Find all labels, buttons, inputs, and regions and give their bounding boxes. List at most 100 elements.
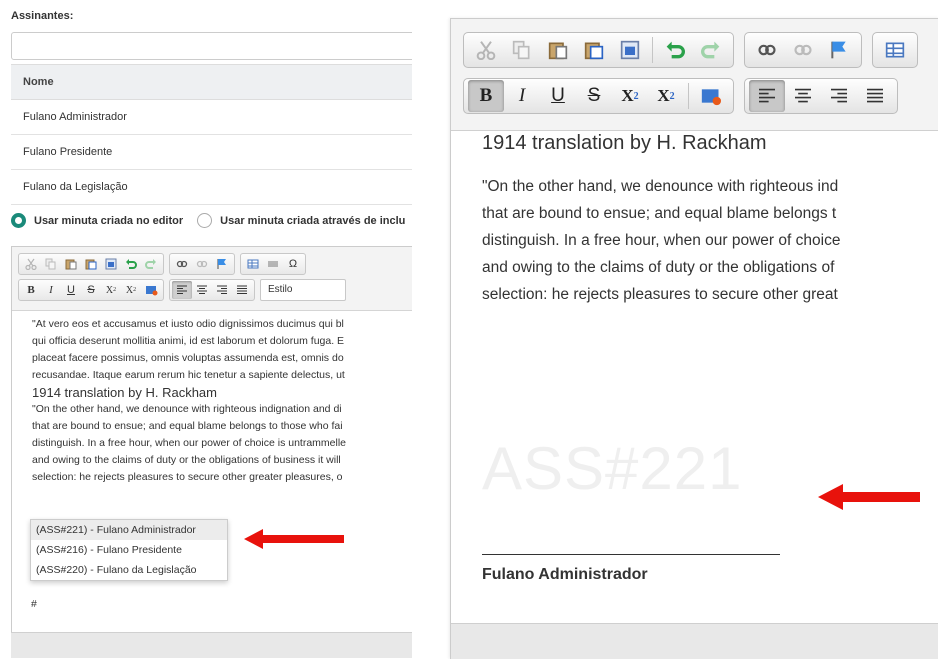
redo-icon[interactable] (693, 34, 729, 66)
paste-word-icon[interactable] (101, 255, 121, 273)
zoom-link-group (744, 32, 862, 68)
underline-icon[interactable]: U (61, 281, 81, 299)
subscript-icon[interactable]: X2 (612, 80, 648, 112)
editor-text-line: recusandae. Itaque earum rerum hic tenet… (32, 369, 345, 381)
style-select[interactable]: Estilo (260, 279, 346, 301)
signer-autocomplete-list: (ASS#221) - Fulano Administrador (ASS#21… (30, 519, 228, 581)
zoomed-editor-content[interactable]: 1914 translation by H. Rackham "On the o… (451, 131, 938, 308)
radio-uploaded-draft-label: Usar minuta criada através de inclu (220, 214, 406, 227)
signers-table: Nome Fulano Administrador Fulano Preside… (11, 64, 412, 205)
copy-icon[interactable] (504, 34, 540, 66)
superscript-icon[interactable]: X2 (121, 281, 141, 299)
editor-paragraph: "On the other hand, we denounce with rig… (482, 173, 938, 308)
align-justify-icon[interactable] (857, 80, 893, 112)
editor-text-line: placeat facere possimus, omnis voluptas … (32, 352, 344, 364)
italic-icon[interactable]: I (41, 281, 61, 299)
red-arrow-icon (818, 484, 920, 510)
align-center-icon[interactable] (785, 80, 821, 112)
draft-source-options: Usar minuta criada no editor Usar minuta… (11, 213, 405, 228)
paste-icon[interactable] (540, 34, 576, 66)
link-group (169, 253, 235, 275)
editor-text-line: selection: he rejects pleasures to secur… (32, 471, 343, 483)
paste-word-icon[interactable] (612, 34, 648, 66)
editor-text-line: "On the other hand, we denounce with rig… (32, 403, 342, 415)
editor-text-line: and owing to the claims of duty or the o… (482, 259, 835, 276)
red-arrow-icon (244, 529, 344, 549)
zoom-clipboard-group (463, 32, 734, 68)
paste-icon[interactable] (61, 255, 81, 273)
table-icon[interactable] (877, 34, 913, 66)
zoomed-editor-panel: B I U S X2 X2 1914 translation by H. Rac… (450, 18, 938, 659)
bold-icon[interactable]: B (468, 80, 504, 112)
subscript-icon[interactable]: X2 (101, 281, 121, 299)
radio-editor-draft[interactable] (11, 213, 26, 228)
signature-line (482, 554, 780, 555)
remove-format-icon[interactable] (141, 281, 161, 299)
zoomed-editor-toolbar: B I U S X2 X2 (451, 19, 938, 131)
table-row[interactable]: Fulano da Legislação (11, 170, 412, 205)
align-justify-icon[interactable] (232, 281, 252, 299)
special-char-icon[interactable]: Ω (283, 255, 303, 273)
editor-text-line: distinguish. In a free hour, when our po… (482, 232, 841, 249)
cut-icon[interactable] (468, 34, 504, 66)
anchor-flag-icon[interactable] (212, 255, 232, 273)
cut-icon[interactable] (21, 255, 41, 273)
superscript-icon[interactable]: X2 (648, 80, 684, 112)
unlink-icon[interactable] (785, 34, 821, 66)
strikethrough-icon[interactable]: S (81, 281, 101, 299)
signers-search-input[interactable] (11, 32, 412, 60)
copy-icon[interactable] (41, 255, 61, 273)
strikethrough-icon[interactable]: S (576, 80, 612, 112)
autocomplete-item[interactable]: (ASS#216) - Fulano Presidente (31, 540, 227, 560)
link-icon[interactable] (172, 255, 192, 273)
undo-icon[interactable] (121, 255, 141, 273)
paste-text-icon[interactable] (81, 255, 101, 273)
editor-content[interactable]: "At vero eos et accusamus et iusto odio … (12, 311, 412, 486)
link-icon[interactable] (749, 34, 785, 66)
editor-text-line: "On the other hand, we denounce with rig… (482, 178, 839, 195)
align-left-icon[interactable] (749, 80, 785, 112)
editor-toolbar: Ω B I U S X2 X2 Estilo (12, 247, 412, 311)
zoom-align-group (744, 78, 898, 114)
horizontal-line-icon[interactable] (263, 255, 283, 273)
table-header-name: Nome (11, 64, 412, 100)
editor-text-line: qui officia deserunt mollitia animi, id … (32, 335, 345, 347)
table-row[interactable]: Fulano Presidente (11, 135, 412, 170)
anchor-flag-icon[interactable] (821, 34, 857, 66)
left-footer-bar (11, 632, 412, 658)
align-center-icon[interactable] (192, 281, 212, 299)
autocomplete-item[interactable]: (ASS#221) - Fulano Administrador (31, 520, 227, 540)
redo-icon[interactable] (141, 255, 161, 273)
editor-text-line: that are bound to ensue; and equal blame… (32, 420, 343, 432)
align-right-icon[interactable] (212, 281, 232, 299)
align-right-icon[interactable] (821, 80, 857, 112)
autocomplete-item[interactable]: (ASS#220) - Fulano da Legislação (31, 560, 227, 580)
signature-watermark: ASS#221 (482, 435, 743, 502)
insert-group: Ω (240, 253, 306, 275)
underline-icon[interactable]: U (540, 80, 576, 112)
toolbar-separator (652, 37, 653, 63)
right-footer-bar (451, 623, 938, 659)
undo-icon[interactable] (657, 34, 693, 66)
editor-text-line: and owing to the claims of duty or the o… (32, 454, 341, 466)
zoom-text-format-group: B I U S X2 X2 (463, 78, 734, 114)
unlink-icon[interactable] (192, 255, 212, 273)
editor-text-line: selection: he rejects pleasures to secur… (482, 286, 838, 303)
text-format-group: B I U S X2 X2 (18, 279, 164, 301)
radio-uploaded-draft[interactable] (197, 213, 213, 228)
table-icon[interactable] (243, 255, 263, 273)
remove-format-icon[interactable] (693, 80, 729, 112)
table-row[interactable]: Fulano Administrador (11, 100, 412, 135)
align-left-icon[interactable] (172, 281, 192, 299)
zoom-insert-group (872, 32, 918, 68)
rich-text-editor[interactable]: Ω B I U S X2 X2 Estilo "At vero eos et a… (11, 246, 412, 658)
clipboard-group (18, 253, 164, 275)
radio-editor-draft-label: Usar minuta criada no editor (34, 214, 184, 227)
paste-text-icon[interactable] (576, 34, 612, 66)
editor-heading: 1914 translation by H. Rackham (482, 132, 767, 154)
editor-text-line: that are bound to ensue; and equal blame… (482, 205, 837, 222)
editor-text-line: distinguish. In a free hour, when our po… (32, 437, 347, 449)
bold-icon[interactable]: B (21, 281, 41, 299)
italic-icon[interactable]: I (504, 80, 540, 112)
toolbar-separator (688, 83, 689, 109)
